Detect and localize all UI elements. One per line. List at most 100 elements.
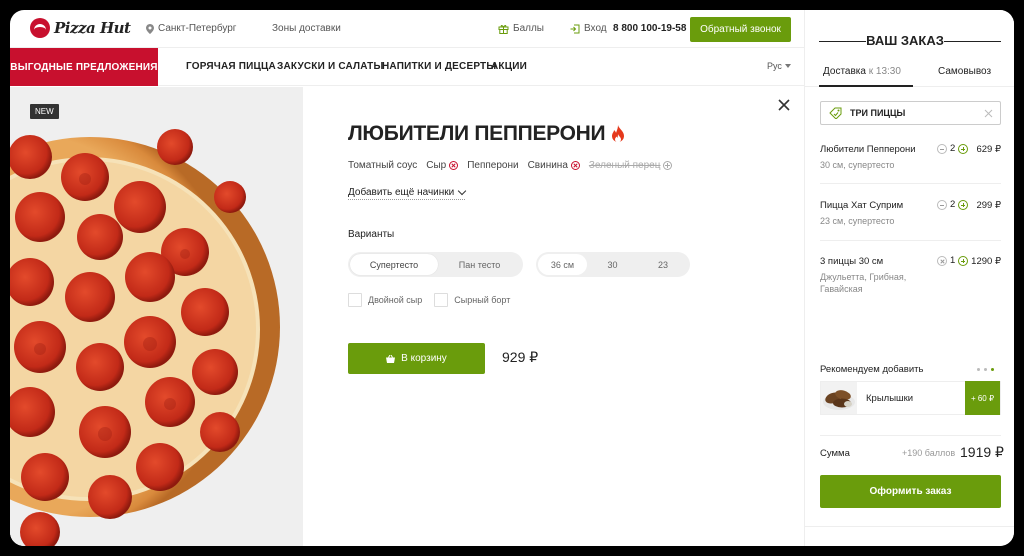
checkbox[interactable] — [434, 293, 449, 307]
ingredient-label: Свинина — [527, 160, 568, 171]
active-tab-indicator — [819, 85, 913, 87]
checkout-button[interactable]: Оформить заказ — [820, 475, 1001, 508]
remove-icon[interactable] — [570, 161, 580, 170]
extra-cheese-crust[interactable]: Сырный борт — [434, 293, 510, 307]
add-to-cart-label: В корзину — [401, 353, 447, 364]
size-option-36[interactable]: 36 см — [538, 254, 587, 275]
close-icon[interactable] — [777, 98, 791, 112]
ingredient-green-pepper: Зеленый перец — [589, 160, 673, 171]
product-title: ЛЮБИТЕЛИ ПЕППЕРОНИ — [348, 122, 625, 146]
order-item-details: 23 см, супертесто — [820, 216, 895, 226]
variants-label: Варианты — [348, 229, 395, 240]
add-toppings-toggle[interactable]: Добавить ещё начинки — [348, 186, 467, 200]
extra-double-cheese[interactable]: Двойной сыр — [348, 293, 422, 307]
plus-icon[interactable] — [958, 199, 969, 210]
dough-option-pan[interactable]: Пан тесто — [438, 254, 521, 275]
main-nav: ВЫГОДНЫЕ ПРЕДЛОЖЕНИЯ ГОРЯЧАЯ ПИЦЦА ЗАКУС… — [10, 48, 804, 86]
add-to-cart-button[interactable]: В корзину — [348, 343, 485, 374]
size-selector: 36 см 30 23 — [536, 252, 690, 277]
extra-label: Двойной сыр — [368, 295, 423, 305]
ingredient-list: Томатный соус Сыр Пепперони Свинина Зеле… — [348, 160, 673, 171]
order-item: 3 пиццы 30 см Джульетта, Грибная, Гавайс… — [820, 255, 1001, 304]
login-icon — [570, 24, 580, 33]
ingredient-tomato-sauce: Томатный соус — [348, 160, 417, 171]
add-icon[interactable] — [663, 161, 673, 170]
language-selector[interactable]: Рус — [767, 61, 791, 71]
basket-icon — [386, 354, 396, 363]
bonus-points: +190 баллов — [902, 448, 956, 458]
fire-icon — [612, 125, 625, 143]
dough-option-supertesto[interactable]: Супертесто — [350, 254, 438, 275]
city-selector[interactable]: Санкт-Петербург — [146, 23, 236, 34]
pizza-hut-logo-icon — [30, 18, 50, 38]
product-image: NEW — [10, 87, 303, 546]
checkbox[interactable] — [348, 293, 362, 307]
ingredient-label: Пепперони — [467, 160, 519, 171]
points-label: Баллы — [513, 23, 544, 34]
carousel-dot[interactable] — [984, 368, 987, 371]
pizza-hut-logo[interactable]: Pizza Hut — [30, 18, 131, 38]
carousel-dot[interactable] — [977, 368, 980, 371]
quantity-value: 2 — [950, 143, 956, 154]
language-label: Рус — [767, 61, 782, 71]
tab-delivery[interactable]: Доставка к 13:30 — [823, 66, 901, 77]
logo-text: Pizza Hut — [54, 19, 131, 37]
carousel-dot-active[interactable] — [991, 368, 994, 371]
extras-options: Двойной сыр Сырный борт — [348, 293, 510, 307]
tab-pickup[interactable]: Самовывоз — [938, 66, 991, 77]
delivery-zones-link[interactable]: Зоны доставки — [272, 23, 341, 34]
ingredient-pepperoni: Пепперони — [467, 160, 518, 171]
recommend-item-name: Крылышки — [866, 392, 914, 404]
minus-icon[interactable] — [937, 143, 947, 154]
recommend-add-button[interactable]: + 60 ₽ — [965, 381, 1000, 415]
ingredient-label: Томатный соус — [348, 160, 418, 171]
recommend-label: Рекомендуем добавить — [820, 364, 924, 375]
city-label: Санкт-Петербург — [158, 23, 237, 34]
app-window: Pizza Hut Санкт-Петербург Зоны доставки … — [10, 10, 1014, 546]
order-item: Любители Пепперони 30 см, супертесто 2 6… — [820, 143, 1001, 184]
nav-item-drinks-desserts[interactable]: НАПИТКИ И ДЕСЕРТЫ — [382, 61, 496, 72]
new-badge: NEW — [30, 104, 59, 119]
product-title-text: ЛЮБИТЕЛИ ПЕППЕРОНИ — [348, 122, 606, 145]
promo-code-field[interactable]: ТРИ ПИЦЦЫ — [820, 101, 1001, 125]
add-toppings-label: Добавить ещё начинки — [348, 187, 455, 198]
remove-icon[interactable] — [937, 255, 947, 266]
order-sidebar: ВАШ ЗАКАЗ Доставка к 13:30 Самовывоз ТРИ… — [804, 10, 1014, 546]
remove-icon[interactable] — [449, 161, 459, 170]
title-rule-right — [944, 41, 1001, 42]
plus-icon[interactable] — [958, 143, 969, 154]
order-item-details: Джульетта, Грибная, Гавайская — [820, 272, 907, 294]
size-option-23[interactable]: 23 — [638, 254, 688, 275]
quantity-stepper: 2 — [937, 199, 969, 210]
sum-divider — [820, 435, 1001, 436]
tab-delivery-time: к 13:30 — [868, 66, 901, 77]
minus-icon[interactable] — [937, 199, 947, 210]
nav-item-hot-pizza[interactable]: ГОРЯЧАЯ ПИЦЦА — [186, 61, 276, 72]
callback-button[interactable]: Обратный звонок — [690, 17, 791, 42]
order-item-name: 3 пиццы 30 см — [820, 256, 884, 267]
size-option-30[interactable]: 30 — [587, 254, 638, 275]
phone-number[interactable]: 8 800 100-19-58 — [613, 23, 686, 34]
chevron-down-icon — [458, 186, 467, 196]
ingredient-label: Сыр — [426, 160, 447, 171]
tab-delivery-label: Доставка — [823, 66, 866, 77]
recommend-card: Крылышки + 60 ₽ — [820, 381, 1001, 415]
promo-code-value: ТРИ ПИЦЦЫ — [850, 108, 906, 118]
extra-label: Сырный борт — [454, 295, 511, 305]
close-icon[interactable] — [984, 109, 993, 118]
quantity-value: 2 — [950, 199, 956, 210]
order-item-price: 299 ₽ — [976, 200, 1001, 211]
gift-icon — [498, 24, 509, 34]
nav-item-promotions[interactable]: АКЦИИ — [491, 61, 527, 72]
plus-icon[interactable] — [958, 255, 969, 266]
dough-selector: Супертесто Пан тесто — [348, 252, 523, 277]
carousel-dots — [977, 368, 994, 371]
nav-item-snacks-salads[interactable]: ЗАКУСКИ И САЛАТЫ — [277, 61, 383, 72]
login-link[interactable]: Вход — [570, 23, 607, 34]
nav-item-deals[interactable]: ВЫГОДНЫЕ ПРЕДЛОЖЕНИЯ — [10, 48, 158, 86]
ingredient-cheese: Сыр — [426, 160, 459, 171]
ingredient-pork: Свинина — [528, 160, 580, 171]
sidebar-bottom-divider — [805, 526, 1014, 527]
top-bar: Pizza Hut Санкт-Петербург Зоны доставки … — [10, 10, 804, 48]
points-link[interactable]: Баллы — [498, 23, 544, 34]
